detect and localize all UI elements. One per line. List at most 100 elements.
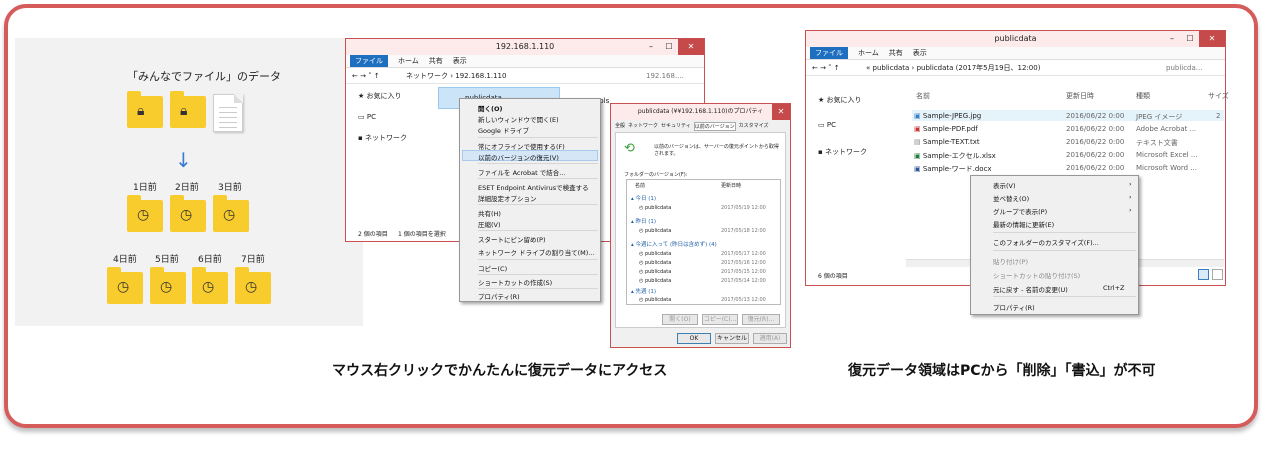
dialog-title: publicdata (¥¥192.168.1.110)のプロパティ: [637, 108, 764, 115]
close-button[interactable]: ✕: [1199, 31, 1225, 47]
menu-item[interactable]: 圧縮(V): [478, 219, 501, 229]
status-count: 6 個の項目: [818, 273, 848, 280]
file-row[interactable]: ▣ Sample-PDF.pdf: [914, 125, 978, 133]
menu-item[interactable]: 詳細設定オプション: [478, 193, 537, 203]
restore-version-button[interactable]: 復元(R)...: [742, 314, 780, 325]
version-row[interactable]: ◴ publicdata: [639, 260, 671, 266]
menu-item[interactable]: 表示(V): [993, 180, 1016, 190]
menu-item-restore-previous[interactable]: 以前のバージョンの復元(V): [478, 152, 559, 162]
nav-favorites[interactable]: ★ お気に入り: [358, 91, 402, 101]
version-row[interactable]: ◴ publicdata: [639, 228, 671, 234]
tab-general[interactable]: 全般: [615, 122, 625, 131]
menu-item[interactable]: スタートにピン留め(P): [478, 234, 546, 244]
maximize-button[interactable]: ☐: [660, 39, 678, 55]
tab-security[interactable]: セキュリティ: [661, 122, 691, 131]
file-date: 2016/06/22 0:00: [1066, 125, 1125, 133]
large-icons-view-icon[interactable]: [1212, 269, 1223, 280]
cancel-button[interactable]: キャンセル: [715, 333, 749, 344]
menu-item[interactable]: ショートカットの作成(S): [478, 277, 552, 287]
nav-favorites[interactable]: ★ お気に入り: [818, 95, 862, 105]
ribbon-tab-view[interactable]: 表示: [913, 47, 927, 59]
menu-item[interactable]: ファイルを Acrobat で結合...: [478, 167, 565, 177]
apply-button[interactable]: 適用(A): [753, 333, 787, 344]
address-bar[interactable]: ← → ˅ ↑ « publicdata › publicdata (2017年…: [806, 60, 1225, 76]
minimize-button[interactable]: –: [642, 39, 660, 55]
nav-pc[interactable]: ▭ PC: [818, 121, 836, 129]
ribbon-tab-home[interactable]: ホーム: [398, 55, 419, 67]
menu-item-disabled: 貼り付け(P): [993, 258, 1028, 266]
maximize-button[interactable]: ☐: [1181, 31, 1199, 47]
open-version-button[interactable]: 開く(O): [662, 314, 698, 325]
menu-item-undo[interactable]: 元に戻す - 名前の変更(U): [993, 284, 1068, 294]
column-header-name[interactable]: 名前: [916, 91, 930, 101]
file-row[interactable]: ▤ Sample-TEXT.txt: [914, 138, 980, 146]
ribbon-tab-file[interactable]: ファイル: [350, 55, 388, 67]
menu-item[interactable]: 開く(O): [478, 103, 502, 113]
tab-previous-versions[interactable]: 以前のバージョン: [693, 122, 736, 131]
version-row[interactable]: ◴ publicdata: [639, 297, 671, 303]
close-button[interactable]: ✕: [772, 104, 790, 120]
address-path: « publicdata › publicdata (2017年5月19日、12…: [866, 64, 1041, 72]
ribbon-tab-home[interactable]: ホーム: [858, 47, 879, 59]
file-type: テキスト文書: [1136, 139, 1178, 147]
nav-pc[interactable]: ▭ PC: [358, 113, 376, 121]
column-header-type[interactable]: 種類: [1136, 91, 1150, 101]
illustration-title: 「みんなでファイル」のデータ: [127, 70, 281, 83]
version-row[interactable]: ◴ publicdata: [639, 269, 671, 275]
nav-network[interactable]: ▪ ネットワーク: [818, 147, 867, 157]
version-group[interactable]: ▴ 昨日 (1): [631, 217, 656, 225]
version-row[interactable]: ◴ publicdata: [639, 278, 671, 284]
column-header-name[interactable]: 名前: [635, 182, 645, 189]
menu-separator: [478, 204, 598, 205]
column-header-date[interactable]: 更新日時: [1066, 91, 1094, 101]
menu-item[interactable]: 並べ替え(O): [993, 193, 1029, 203]
ribbon-tab-view[interactable]: 表示: [453, 55, 467, 67]
menu-item[interactable]: コピー(C): [478, 263, 507, 273]
address-path: ネットワーク › 192.168.1.110: [406, 72, 507, 80]
details-view-icon[interactable]: [1198, 269, 1209, 280]
menu-item[interactable]: ESET Endpoint Antivirusで検査する: [478, 182, 589, 192]
menu-item[interactable]: ネットワーク ドライブの割り当て(M)...: [478, 247, 594, 257]
version-row[interactable]: ◴ publicdata: [639, 251, 671, 257]
version-row[interactable]: ◴ publicdata: [639, 205, 671, 211]
tab-network[interactable]: ネットワーク: [628, 122, 658, 131]
nav-arrows-icon[interactable]: ← → ˅ ↑: [352, 68, 380, 84]
menu-item[interactable]: 新しいウィンドウで開く(E): [478, 114, 559, 124]
day-label: 7日前: [241, 255, 265, 265]
versions-list[interactable]: 名前 更新日時 ▴ 今日 (1) ◴ publicdata 2017/05/19…: [626, 179, 781, 305]
minimize-button[interactable]: –: [1163, 31, 1181, 47]
search-box[interactable]: publicda...: [1166, 60, 1202, 76]
address-bar[interactable]: ← → ˅ ↑ ネットワーク › 192.168.1.110 192.168..…: [346, 68, 704, 84]
menu-item[interactable]: 最新の情報に更新(E): [993, 219, 1054, 229]
column-header-size[interactable]: サイズ: [1208, 91, 1229, 101]
ribbon-tab-share[interactable]: 共有: [889, 47, 903, 59]
close-button[interactable]: ✕: [678, 39, 704, 55]
menu-item[interactable]: グループで表示(P): [993, 206, 1047, 216]
tab-customize[interactable]: カスタマイズ: [739, 122, 769, 131]
menu-item[interactable]: プロパティ(R): [478, 291, 520, 301]
ribbon-tab-file[interactable]: ファイル: [810, 47, 848, 59]
file-row[interactable]: ▣ Sample-エクセル.xlsx: [914, 151, 996, 161]
history-folder-icon: ◷: [235, 267, 271, 304]
version-group[interactable]: ▴ 今日 (1): [631, 194, 656, 202]
version-group[interactable]: ▴ 先週 (1): [631, 287, 656, 295]
file-row[interactable]: ▣ Sample-JPEG.jpg: [914, 112, 981, 120]
copy-version-button[interactable]: コピー(C)...: [702, 314, 738, 325]
nav-network[interactable]: ▪ ネットワーク: [358, 133, 407, 143]
menu-item[interactable]: プロパティ(R): [993, 302, 1035, 312]
ribbon-tab-share[interactable]: 共有: [429, 55, 443, 67]
nav-arrows-icon[interactable]: ← → ˅ ↑: [812, 60, 840, 76]
menu-item[interactable]: このフォルダーのカスタマイズ(F)...: [993, 237, 1099, 247]
ribbon-tabs: ファイル ホーム 共有 表示: [806, 47, 1225, 60]
search-box[interactable]: 192.168....: [646, 68, 684, 84]
column-header-date[interactable]: 更新日時: [721, 182, 741, 189]
image-file-icon: ▣: [914, 112, 921, 120]
file-row[interactable]: ▣ Sample-ワード.docx: [914, 164, 992, 174]
version-group[interactable]: ▴ 今週に入って (昨日は含めず) (4): [631, 240, 717, 248]
menu-item[interactable]: 共有(H): [478, 208, 501, 218]
version-date: 2017/05/13 12:00: [721, 297, 766, 303]
menu-item[interactable]: Google ドライブ: [478, 125, 529, 135]
history-folder-icon: ◷: [150, 267, 186, 304]
ok-button[interactable]: OK: [677, 333, 711, 344]
history-folder-icon: ◷: [127, 195, 163, 232]
